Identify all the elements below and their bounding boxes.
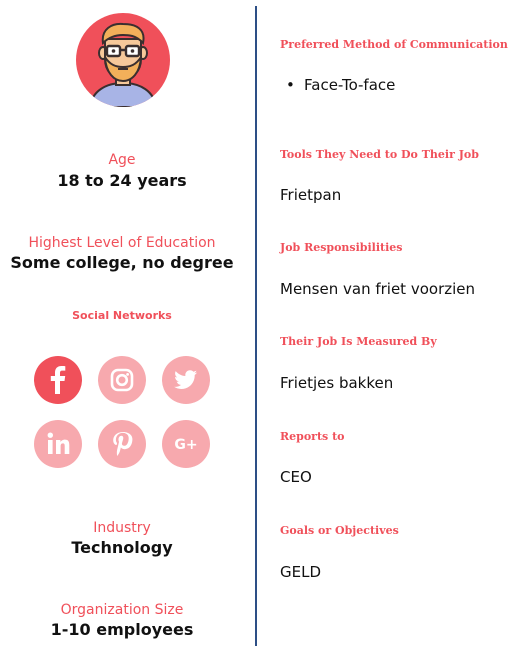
- twitter-button[interactable]: [162, 356, 210, 404]
- persona-summary-column: Age 18 to 24 years Highest Level of Educ…: [0, 0, 250, 657]
- organization-size-label: Organization Size: [60, 602, 184, 618]
- age-label: Age: [108, 152, 136, 168]
- instagram-button[interactable]: [98, 356, 146, 404]
- measured-by-label: Their Job Is Measured By: [280, 335, 437, 348]
- facebook-button[interactable]: [34, 356, 82, 404]
- column-divider: [255, 6, 257, 646]
- google-plus-icon: G+: [174, 437, 197, 453]
- organization-size-value: 1-10 employees: [50, 620, 194, 639]
- facebook-icon: [50, 366, 66, 394]
- responsibilities-label: Job Responsibilities: [280, 241, 403, 254]
- communication-label: Preferred Method of Communication: [280, 38, 508, 51]
- twitter-icon: [174, 370, 197, 389]
- avatar: [76, 13, 170, 107]
- bearded-man-avatar-icon: [88, 22, 158, 107]
- persona-details-column: Preferred Method of Communication Face-T…: [280, 0, 520, 657]
- linkedin-icon: [47, 432, 70, 454]
- tools-label: Tools They Need to Do Their Job: [280, 148, 479, 161]
- industry-value: Technology: [71, 538, 173, 557]
- education-value: Some college, no degree: [10, 253, 234, 272]
- measured-by-value: Frietjes bakken: [280, 374, 394, 392]
- education-label: Highest Level of Education: [28, 235, 216, 251]
- social-networks-label: Social Networks: [72, 309, 172, 322]
- google-plus-button[interactable]: G+: [162, 420, 210, 468]
- svg-text:G+: G+: [174, 437, 197, 453]
- reports-to-label: Reports to: [280, 430, 345, 443]
- linkedin-button[interactable]: [34, 420, 82, 468]
- pinterest-icon: [113, 432, 133, 456]
- reports-to-value: CEO: [280, 468, 312, 486]
- industry-label: Industry: [93, 520, 151, 536]
- age-value: 18 to 24 years: [57, 171, 187, 190]
- tools-value: Frietpan: [280, 186, 342, 204]
- instagram-icon: [110, 368, 134, 392]
- pinterest-button[interactable]: [98, 420, 146, 468]
- goals-label: Goals or Objectives: [280, 524, 399, 537]
- goals-value: GELD: [280, 563, 322, 581]
- responsibilities-value: Mensen van friet voorzien: [280, 280, 476, 298]
- communication-item: Face-To-face: [286, 76, 395, 94]
